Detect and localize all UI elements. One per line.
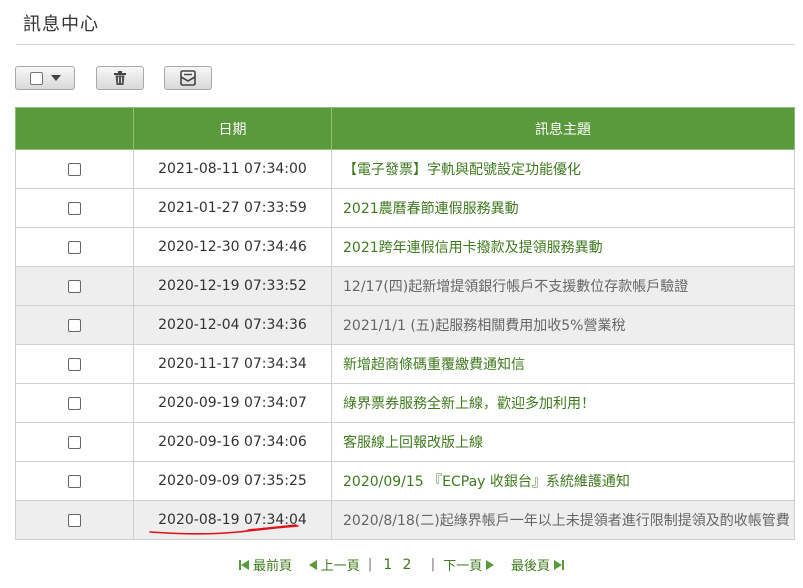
- row-check-cell: [15, 383, 134, 423]
- table-row[interactable]: 2020-12-19 07:33:52 12/17(四)起新增提領銀行帳戶不支援數…: [15, 266, 795, 306]
- envelope-icon: [180, 70, 196, 86]
- first-page-link[interactable]: 最前頁: [238, 555, 293, 574]
- table-row[interactable]: 2020-12-30 07:34:46 2021跨年連假信用卡撥款及提領服務異動: [15, 227, 795, 267]
- next-page-link[interactable]: 下一頁: [443, 555, 495, 574]
- row-checkbox[interactable]: [68, 201, 81, 215]
- checkbox-icon: [29, 71, 43, 85]
- row-subject-link[interactable]: 2021跨年連假信用卡撥款及提領服務異動: [331, 227, 795, 267]
- table-row[interactable]: 2020-09-09 07:35:25 2020/09/15 『ECPay 收銀台…: [15, 461, 795, 501]
- row-date: 2020-12-30 07:34:46: [133, 227, 332, 267]
- row-checkbox[interactable]: [68, 357, 81, 371]
- row-date: 2021-08-11 07:34:00: [133, 149, 332, 189]
- header-date: 日期: [133, 107, 332, 150]
- pagination: 最前頁 上一頁 | 1 2 | 下一頁 最後頁: [0, 555, 803, 574]
- table-row[interactable]: 2021-01-27 07:33:59 2021農曆春節連假服務異動: [15, 188, 795, 228]
- page-number-1[interactable]: 1: [383, 557, 392, 573]
- row-date: 2020-12-19 07:33:52: [133, 266, 332, 306]
- pager-separator: |: [367, 557, 373, 572]
- table-row[interactable]: 2020-08-19 07:34:04 2020/8/18(二)起綠界帳戶一年以上…: [15, 500, 795, 540]
- caret-down-icon: [50, 75, 61, 81]
- row-date: 2021-01-27 07:33:59: [133, 188, 332, 228]
- row-check-cell: [15, 266, 134, 306]
- row-checkbox[interactable]: [68, 318, 81, 332]
- table-row[interactable]: 2021-08-11 07:34:00 【電子發票】字軌與配號設定功能優化: [15, 149, 795, 189]
- row-check-cell: [15, 422, 134, 462]
- row-check-cell: [15, 305, 134, 345]
- row-date: 2020-09-19 07:34:07: [133, 383, 332, 423]
- row-subject-link[interactable]: 2021/1/1 (五)起服務相關費用加收5%營業稅: [331, 305, 795, 345]
- first-page-label: 最前頁: [253, 559, 293, 574]
- row-subject-link[interactable]: 12/17(四)起新增提領銀行帳戶不支援數位存款帳戶驗證: [331, 266, 795, 306]
- arrow-left-icon: [308, 559, 317, 570]
- row-checkbox[interactable]: [68, 474, 81, 488]
- delete-button[interactable]: [96, 66, 144, 90]
- last-page-label: 最後頁: [510, 559, 550, 574]
- row-date: 2020-09-09 07:35:25: [133, 461, 332, 501]
- row-subject-link[interactable]: 綠界票券服務全新上線，歡迎多加利用！: [331, 383, 795, 423]
- arrow-right-icon: [486, 559, 495, 570]
- page-title: 訊息中心: [23, 14, 99, 35]
- arrow-right-icon: [554, 559, 563, 570]
- arrow-left-icon: [240, 559, 249, 570]
- table-header-row: 日期 訊息主題: [15, 107, 795, 150]
- header-check-cell: [15, 107, 134, 150]
- mark-read-button[interactable]: [164, 66, 212, 90]
- row-date: 2020-12-04 07:34:36: [133, 305, 332, 345]
- trash-icon: [114, 71, 126, 85]
- row-checkbox[interactable]: [68, 513, 81, 527]
- row-checkbox[interactable]: [68, 396, 81, 410]
- row-check-cell: [15, 344, 134, 384]
- message-list: 2021-08-11 07:34:00 【電子發票】字軌與配號設定功能優化 2021…: [15, 149, 795, 540]
- row-subject-link[interactable]: 客服線上回報改版上線: [331, 422, 795, 462]
- row-checkbox[interactable]: [68, 435, 81, 449]
- table-row[interactable]: 2020-12-04 07:34:36 2021/1/1 (五)起服務相關費用加收…: [15, 305, 795, 345]
- row-checkbox[interactable]: [68, 279, 81, 293]
- title-divider: [16, 44, 795, 45]
- row-checkbox[interactable]: [68, 162, 81, 176]
- row-check-cell: [15, 188, 134, 228]
- last-bar-icon: [562, 559, 565, 570]
- row-date: 2020-11-17 07:34:34: [133, 344, 332, 384]
- row-subject-link[interactable]: 【電子發票】字軌與配號設定功能優化: [331, 149, 795, 189]
- prev-page-label: 上一頁: [320, 559, 360, 574]
- table-row[interactable]: 2020-09-16 07:34:06 客服線上回報改版上線: [15, 422, 795, 462]
- row-subject-link[interactable]: 新增超商條碼重覆繳費通知信: [331, 344, 795, 384]
- message-table: 日期 訊息主題 2021-08-11 07:34:00 【電子發票】字軌與配號設定…: [15, 107, 795, 540]
- row-date: 2020-09-16 07:34:06: [133, 422, 332, 462]
- row-check-cell: [15, 227, 134, 267]
- row-subject-link[interactable]: 2020/8/18(二)起綠界帳戶一年以上未提領者進行限制提領及酌收帳管費: [331, 500, 795, 540]
- row-subject-link[interactable]: 2021農曆春節連假服務異動: [331, 188, 795, 228]
- row-checkbox[interactable]: [68, 240, 81, 254]
- prev-page-link[interactable]: 上一頁: [308, 555, 360, 574]
- pager-separator: |: [430, 557, 436, 572]
- next-page-label: 下一頁: [443, 559, 483, 574]
- row-date: 2020-08-19 07:34:04: [133, 500, 332, 540]
- table-row[interactable]: 2020-09-19 07:34:07 綠界票券服務全新上線，歡迎多加利用！: [15, 383, 795, 423]
- select-all-dropdown-button[interactable]: [15, 66, 75, 90]
- row-check-cell: [15, 149, 134, 189]
- header-subject: 訊息主題: [331, 107, 795, 150]
- page-number-2[interactable]: 2: [402, 557, 411, 573]
- table-row[interactable]: 2020-11-17 07:34:34 新增超商條碼重覆繳費通知信: [15, 344, 795, 384]
- row-check-cell: [15, 461, 134, 501]
- last-page-link[interactable]: 最後頁: [510, 555, 565, 574]
- row-check-cell: [15, 500, 134, 540]
- row-subject-link[interactable]: 2020/09/15 『ECPay 收銀台』系統維護通知: [331, 461, 795, 501]
